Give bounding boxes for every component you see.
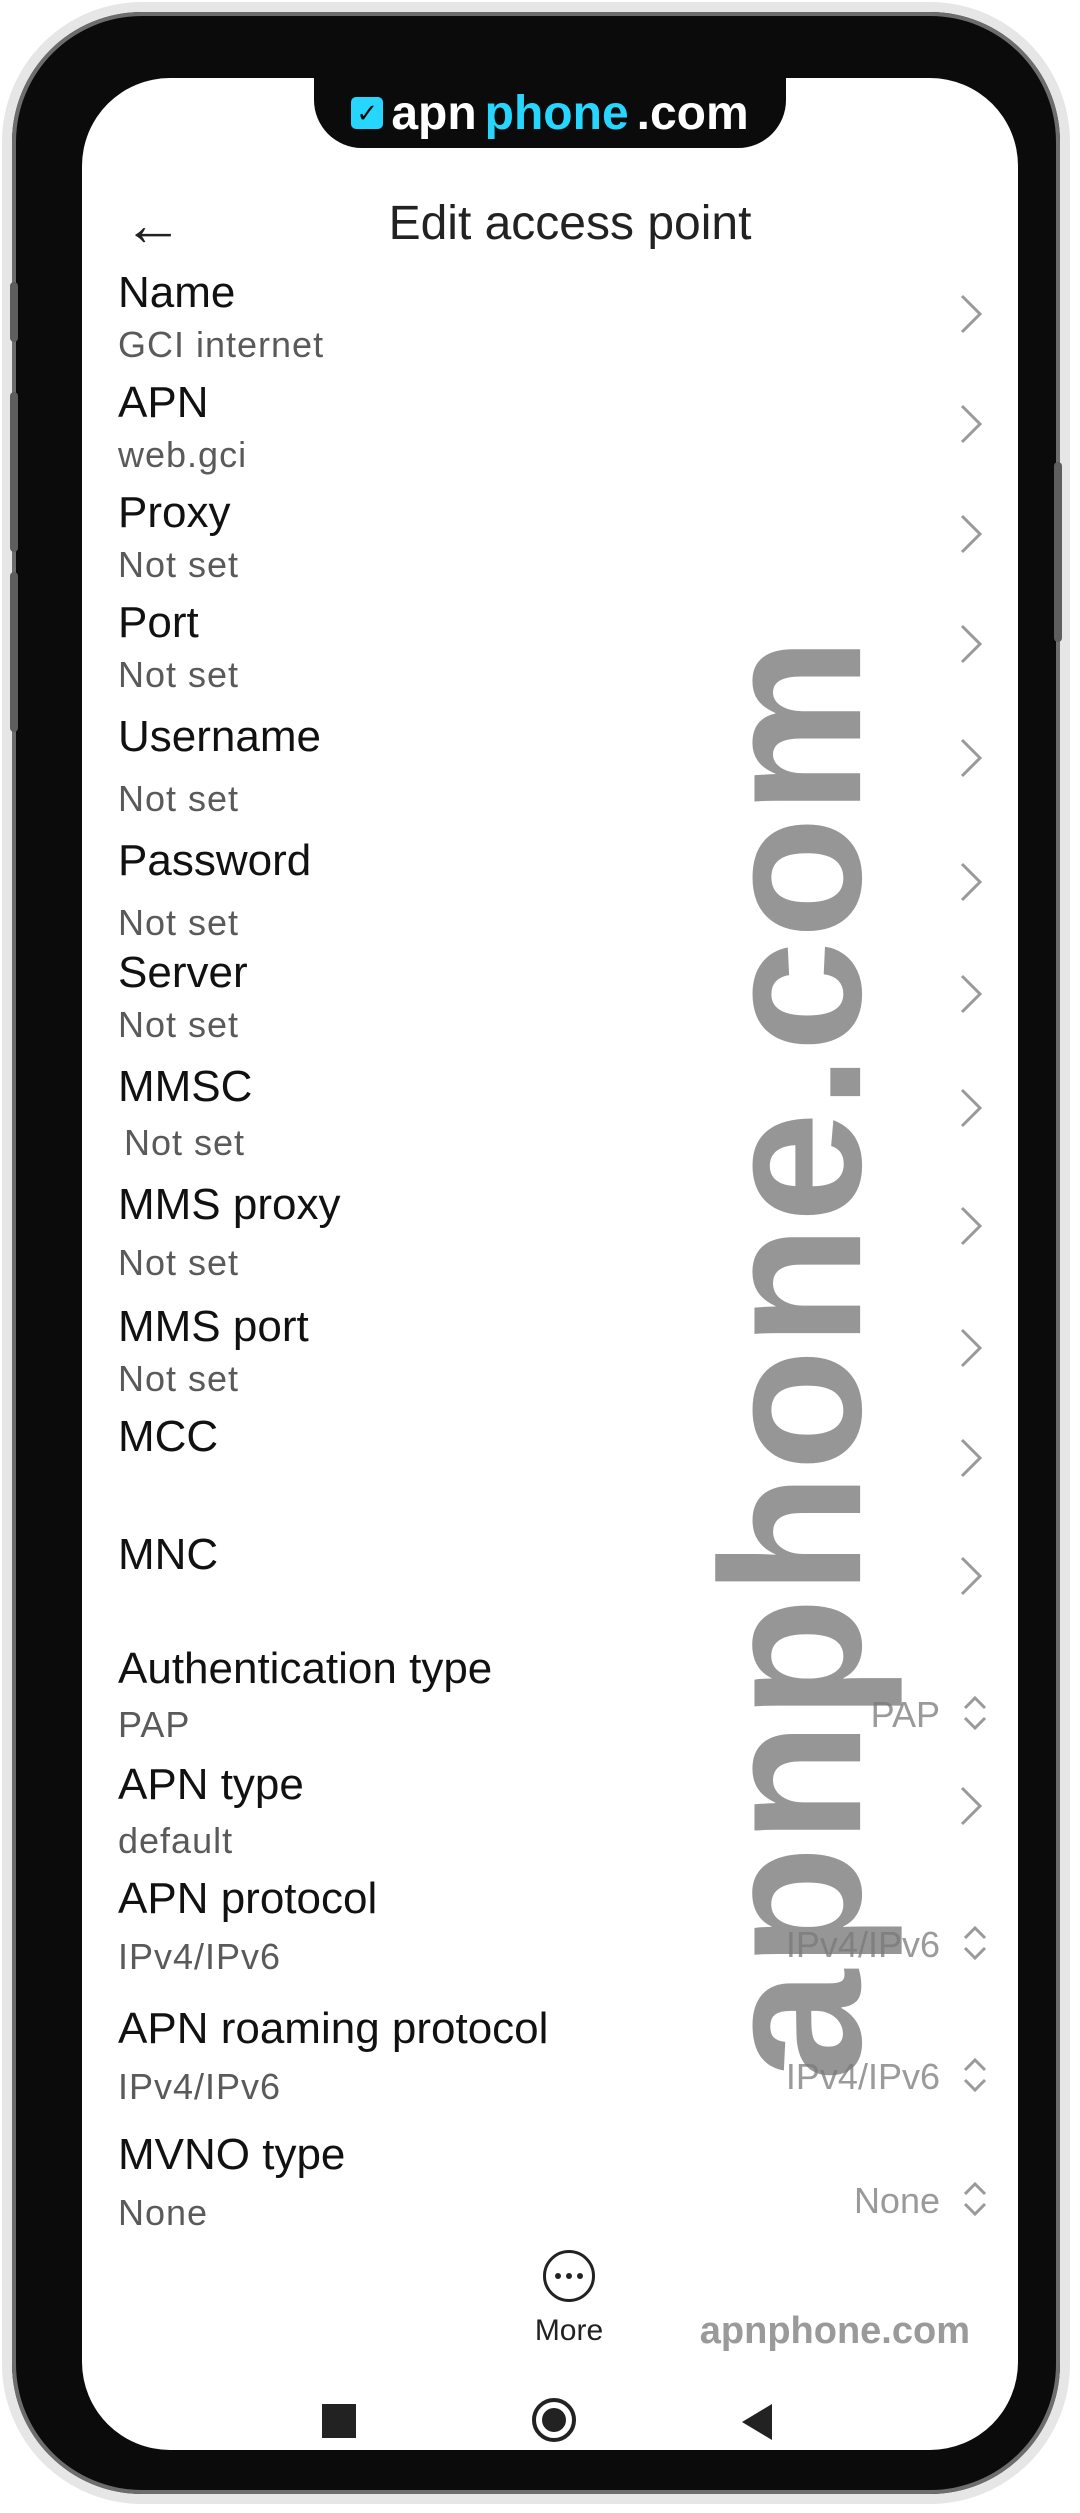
setting-label: APN protocol: [118, 1874, 378, 1923]
setting-label: Server: [118, 948, 248, 997]
page-title: Edit access point: [388, 197, 752, 250]
home-icon[interactable]: [532, 2398, 576, 2442]
setting-label: MVNO type: [118, 2130, 346, 2179]
setting-value: Not set: [118, 778, 240, 819]
setting-label: MMS proxy: [118, 1180, 341, 1229]
setting-mms-proxy[interactable]: MMS proxy Not set: [118, 1180, 990, 1300]
setting-value: IPv4/IPv6: [118, 2066, 282, 2107]
setting-mms-port[interactable]: MMS port Not set: [118, 1302, 990, 1412]
setting-label: MCC: [118, 1412, 219, 1461]
setting-value: web.gci: [118, 434, 248, 475]
phone-frame: ✓ apn phone .com ← Edit access point Name …: [10, 12, 1062, 2494]
setting-proxy[interactable]: Proxy Not set: [118, 488, 990, 598]
setting-value: Not set: [118, 1004, 240, 1045]
chevron-right-icon: [960, 1328, 983, 1368]
setting-apn-roaming-protocol[interactable]: APN roaming protocol IPv4/IPv6 IPv4/IPv6: [118, 2004, 990, 2120]
chevron-right-icon: [960, 1556, 983, 1596]
setting-mcc[interactable]: MCC: [118, 1412, 990, 1528]
screen: ✓ apn phone .com ← Edit access point Name …: [82, 78, 1018, 2450]
logo-apn: apn: [391, 86, 477, 140]
setting-server[interactable]: Server Not set: [118, 948, 990, 1060]
brand-watermark: apnphone.com: [699, 2310, 970, 2352]
setting-label: APN roaming protocol: [118, 2004, 549, 2053]
selected-value: IPv4/IPv6: [785, 1924, 940, 1965]
setting-value: Not set: [118, 1358, 240, 1399]
back-triangle-icon[interactable]: [742, 2404, 772, 2440]
logo-com: .com: [636, 86, 749, 140]
setting-label: Authentication type: [118, 1644, 493, 1693]
setting-value: Not set: [118, 544, 240, 585]
setting-apn[interactable]: APN web.gci: [118, 378, 990, 488]
selected-value: IPv4/IPv6: [785, 2056, 940, 2097]
setting-port[interactable]: Port Not set: [118, 598, 990, 708]
more-button[interactable]: More: [514, 2250, 624, 2348]
setting-value: default: [118, 1820, 234, 1861]
updown-chevron-icon: [963, 1695, 987, 1731]
volume-button: [10, 392, 18, 552]
setting-label: MMS port: [118, 1302, 309, 1351]
setting-label: Username: [118, 712, 321, 761]
selected-value: None: [853, 2180, 940, 2221]
selected-value: PAP: [870, 1694, 940, 1735]
more-icon: [543, 2250, 595, 2302]
chevron-right-icon: [960, 1786, 983, 1826]
chevron-right-icon: [960, 862, 983, 902]
chevron-right-icon: [960, 738, 983, 778]
setting-value: GCI internet: [118, 324, 325, 365]
app-header: ← Edit access point: [82, 178, 1018, 268]
navigation-bar: [82, 2382, 1018, 2450]
setting-apn-protocol[interactable]: APN protocol IPv4/IPv6 IPv4/IPv6: [118, 1874, 990, 1990]
updown-chevron-icon: [963, 1925, 987, 1961]
setting-value: PAP: [118, 1704, 191, 1745]
setting-value: Not set: [118, 1242, 240, 1283]
setting-label: APN: [118, 378, 209, 427]
chevron-right-icon: [960, 514, 983, 554]
chevron-right-icon: [960, 1088, 983, 1128]
updown-chevron-icon: [963, 2057, 987, 2093]
chevron-right-icon: [960, 974, 983, 1014]
power-button: [1054, 462, 1062, 642]
setting-value: Not set: [118, 902, 240, 943]
setting-apn-type[interactable]: APN type default: [118, 1760, 990, 1872]
chevron-right-icon: [960, 1206, 983, 1246]
setting-label: Proxy: [118, 488, 231, 537]
more-label: More: [534, 2314, 604, 2347]
setting-label: MNC: [118, 1530, 219, 1579]
updown-chevron-icon: [963, 2181, 987, 2217]
chevron-right-icon: [960, 404, 983, 444]
chevron-right-icon: [960, 294, 983, 334]
chevron-right-icon: [960, 624, 983, 664]
recent-apps-icon[interactable]: [322, 2404, 356, 2438]
setting-mvno-type[interactable]: MVNO type None None: [118, 2130, 990, 2246]
setting-label: Password: [118, 836, 312, 885]
side-button: [10, 282, 18, 342]
setting-username[interactable]: Username Not set: [118, 712, 990, 832]
setting-value: IPv4/IPv6: [118, 1936, 282, 1977]
chevron-right-icon: [960, 1438, 983, 1478]
check-icon: ✓: [351, 97, 384, 129]
volume-button: [10, 572, 18, 732]
setting-label: MMSC: [118, 1062, 253, 1111]
setting-mmsc[interactable]: MMSC Not set: [118, 1062, 990, 1180]
setting-authentication-type[interactable]: Authentication type PAP PAP: [118, 1644, 990, 1760]
setting-name[interactable]: Name GCI internet: [118, 268, 990, 378]
notch: ✓ apn phone .com: [314, 78, 786, 148]
setting-value: None: [118, 2192, 209, 2233]
setting-value: Not set: [124, 1122, 246, 1163]
setting-label: APN type: [118, 1760, 304, 1809]
setting-label: Port: [118, 598, 199, 647]
setting-label: Name: [118, 268, 236, 317]
setting-mnc[interactable]: MNC: [118, 1530, 990, 1642]
apnphone-logo: ✓ apn phone .com: [351, 86, 749, 141]
logo-phone: phone: [484, 86, 629, 140]
setting-password[interactable]: Password Not set: [118, 836, 990, 948]
setting-value: Not set: [118, 654, 240, 695]
